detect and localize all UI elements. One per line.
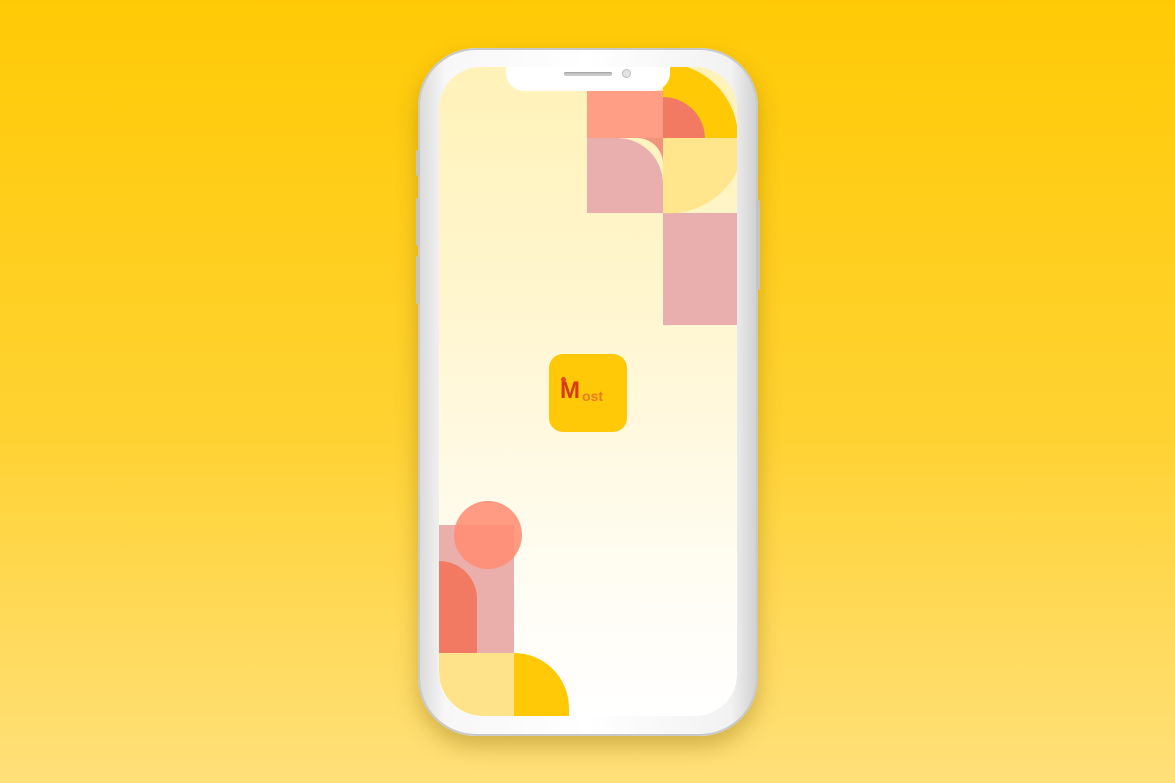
decor-pale-yellow-quarter-bottom [439,653,514,716]
decor-pale-yellow-quarter [663,138,737,214]
power-button [756,200,760,290]
decor-salmon-circle [454,501,522,569]
decor-salmon-block [587,91,663,138]
speaker-grille-icon [564,72,612,76]
app-logo-tile: M ost [549,354,627,432]
splash-screen: M ost [439,67,737,716]
logo-initial: M [560,377,580,404]
decor-pink-quarter [587,138,663,213]
front-camera-icon [622,69,631,78]
app-logo: M ost [558,375,618,411]
logo-rest: ost [582,388,603,404]
decor-top-right [587,67,737,326]
decor-yellow-quarter-bottom [514,653,569,716]
decor-bottom-left [439,501,569,716]
mute-switch [416,150,420,176]
screen-notch [506,67,670,91]
volume-down-button [416,256,420,304]
phone-mockup: M ost [416,48,760,736]
volume-up-button [416,198,420,246]
